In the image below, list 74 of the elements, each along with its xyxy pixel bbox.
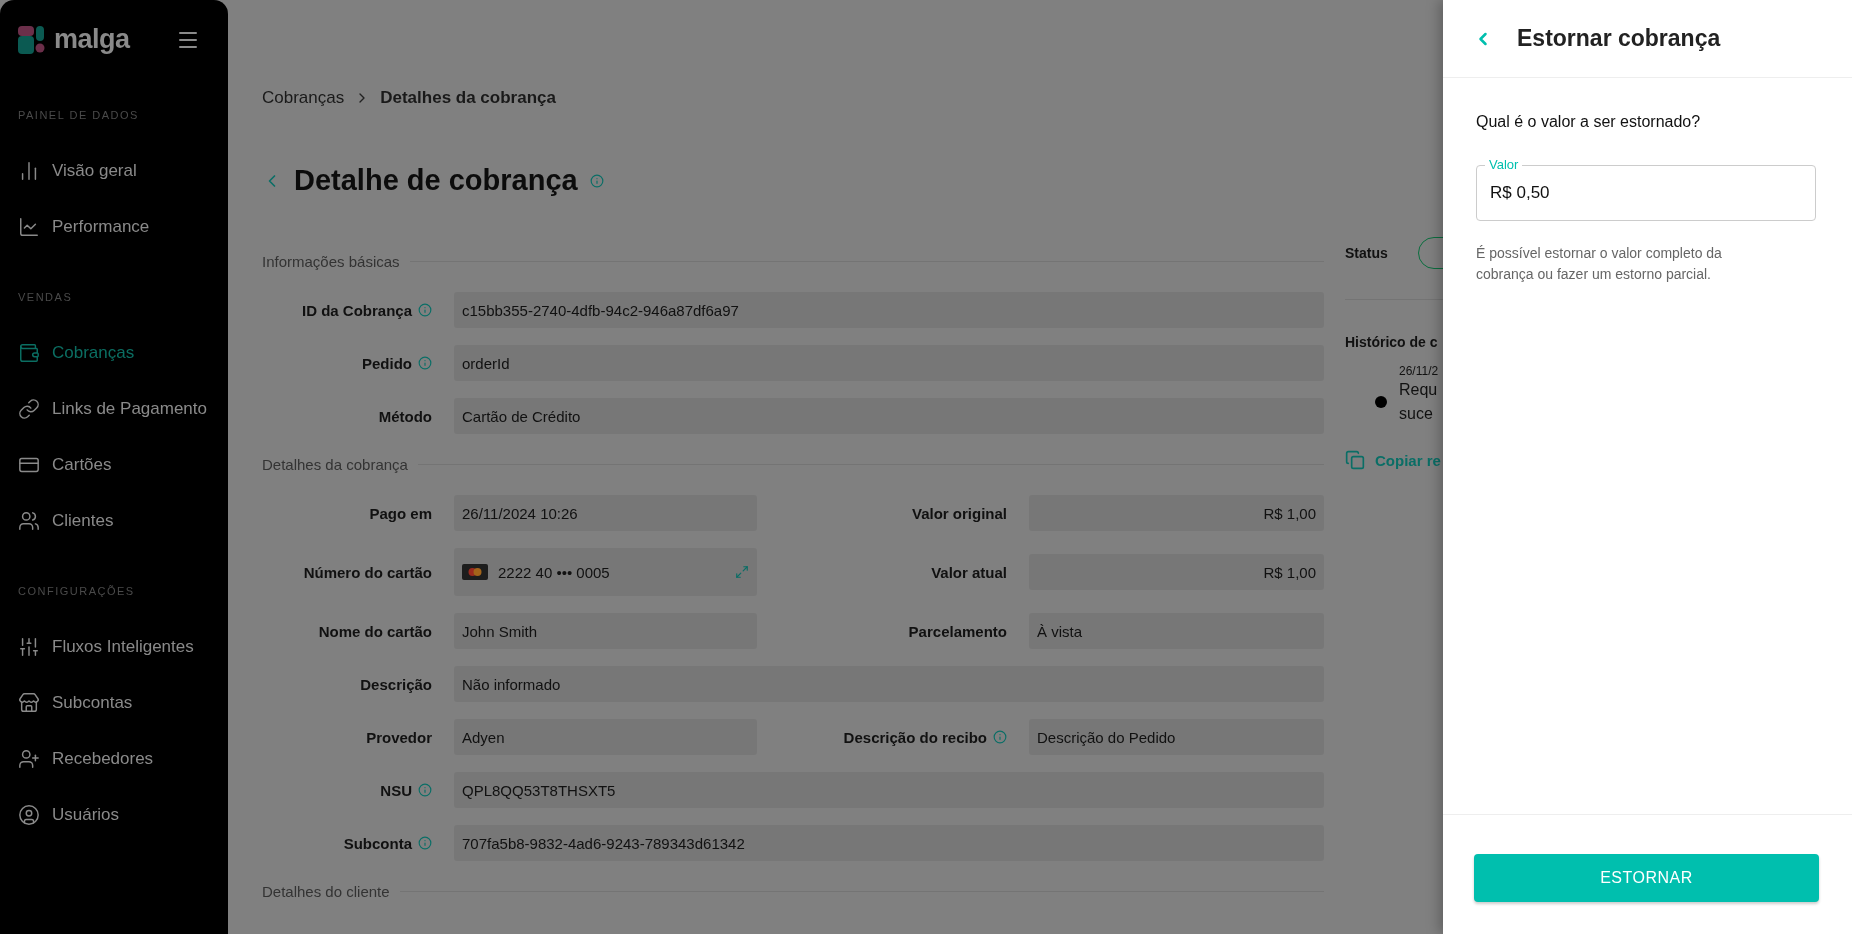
nav-item[interactable]: Performance <box>18 199 150 255</box>
drawer-title: Estornar cobrança <box>1517 25 1721 52</box>
info-icon[interactable] <box>589 173 604 188</box>
readonly-field: R$ 1,00 <box>1029 495 1324 531</box>
field-label: Valor original <box>911 504 1007 522</box>
field-label: Valor atual <box>931 563 1007 581</box>
user-plus-icon <box>18 748 40 770</box>
nav-item[interactable]: Usuários <box>18 787 120 843</box>
readonly-field: R$ 1,00 <box>1029 554 1324 590</box>
readonly-field: 2222 40 ••• 0005 <box>454 548 757 596</box>
section-title: Detalhes do cliente <box>262 883 390 900</box>
readonly-field: Adyen <box>454 719 757 755</box>
field-label: Provedor <box>366 728 432 746</box>
nav-item[interactable]: Cartões <box>18 437 112 493</box>
field-label: Método <box>378 407 432 425</box>
link-icon <box>18 398 40 420</box>
readonly-field: Descrição do Pedido <box>1029 719 1324 755</box>
field-label: Subconta <box>343 834 412 852</box>
nav-section-title: VENDAS <box>18 291 74 303</box>
info-icon[interactable] <box>993 730 1007 744</box>
nav-item[interactable]: Visão geral <box>18 143 137 199</box>
user-circle-icon <box>18 804 40 826</box>
breadcrumb-link[interactable]: Cobranças <box>262 88 345 108</box>
event-date: 26/11/2 <box>1399 364 1440 378</box>
nav-item[interactable]: Fluxos Inteligentes <box>18 619 194 675</box>
nav-item[interactable]: Links de Pagamento <box>18 381 207 437</box>
field-label: Número do cartão <box>303 563 432 581</box>
timeline-dot <box>1375 396 1387 408</box>
field-label: Descrição <box>360 675 432 693</box>
field-label: Pedido <box>362 354 412 372</box>
logo-text: malga <box>54 24 130 55</box>
page-title: Detalhe de cobrança <box>294 164 578 197</box>
nav-item[interactable]: Clientes <box>18 493 114 549</box>
nav-section-title: PAINEL DE DADOS <box>18 109 140 121</box>
nav-item[interactable]: Recebedores <box>18 731 154 787</box>
field-label: Nome do cartão <box>318 622 432 640</box>
readonly-field: 707fa5b8-9832-4ad6-9243-789343d61342 <box>454 825 1324 861</box>
card-brand-icon <box>462 564 488 580</box>
sliders-icon <box>18 636 40 658</box>
field-label: Pago em <box>369 504 432 522</box>
nav-section-title: CONFIGURAÇÕES <box>18 585 136 597</box>
section-title: Informações básicas <box>262 253 400 270</box>
expand-icon[interactable] <box>735 565 749 579</box>
readonly-field: Não informado <box>454 666 1324 702</box>
field-label: Parcelamento <box>908 622 1007 640</box>
info-icon[interactable] <box>418 783 432 797</box>
info-icon[interactable] <box>418 836 432 850</box>
line-chart-icon <box>18 216 40 238</box>
store-icon <box>18 692 40 714</box>
field-label: NSU <box>380 781 412 799</box>
readonly-field: QPL8QQ53T8THSXT5 <box>454 772 1324 808</box>
event-text: Requ suce <box>1399 380 1439 424</box>
info-icon[interactable] <box>418 356 432 370</box>
nav-item[interactable]: Cobranças <box>18 325 135 381</box>
wallet-icon <box>18 342 40 364</box>
logo-icon <box>18 25 46 54</box>
field-label: Descrição do recibo <box>843 728 987 746</box>
history-title: Histórico de c <box>1345 334 1439 350</box>
status-label: Status <box>1345 245 1388 261</box>
question-text: Qual é o valor a ser estornado? <box>1476 113 1702 131</box>
readonly-field: 26/11/2024 10:26 <box>454 495 757 531</box>
info-icon[interactable] <box>418 303 432 317</box>
nav-item[interactable]: Subcontas <box>18 675 133 731</box>
helper-text: É possível estornar o valor completo da cobrança ou fazer um estorno parcial. <box>1476 244 1723 284</box>
breadcrumb-link[interactable]: Detalhes da cobrança <box>380 88 556 108</box>
readonly-field: À vista <box>1029 613 1324 649</box>
field-label: ID da Cobrança <box>301 301 412 319</box>
section-title: Detalhes da cobrança <box>262 456 408 473</box>
copy-icon <box>1345 450 1365 470</box>
users-icon <box>18 510 40 532</box>
readonly-field: c15bb355-2740-4dfb-94c2-946a87df6a97 <box>454 292 1324 328</box>
readonly-field: orderId <box>454 345 1324 381</box>
readonly-field: Cartão de Crédito <box>454 398 1324 434</box>
readonly-field: John Smith <box>454 613 757 649</box>
